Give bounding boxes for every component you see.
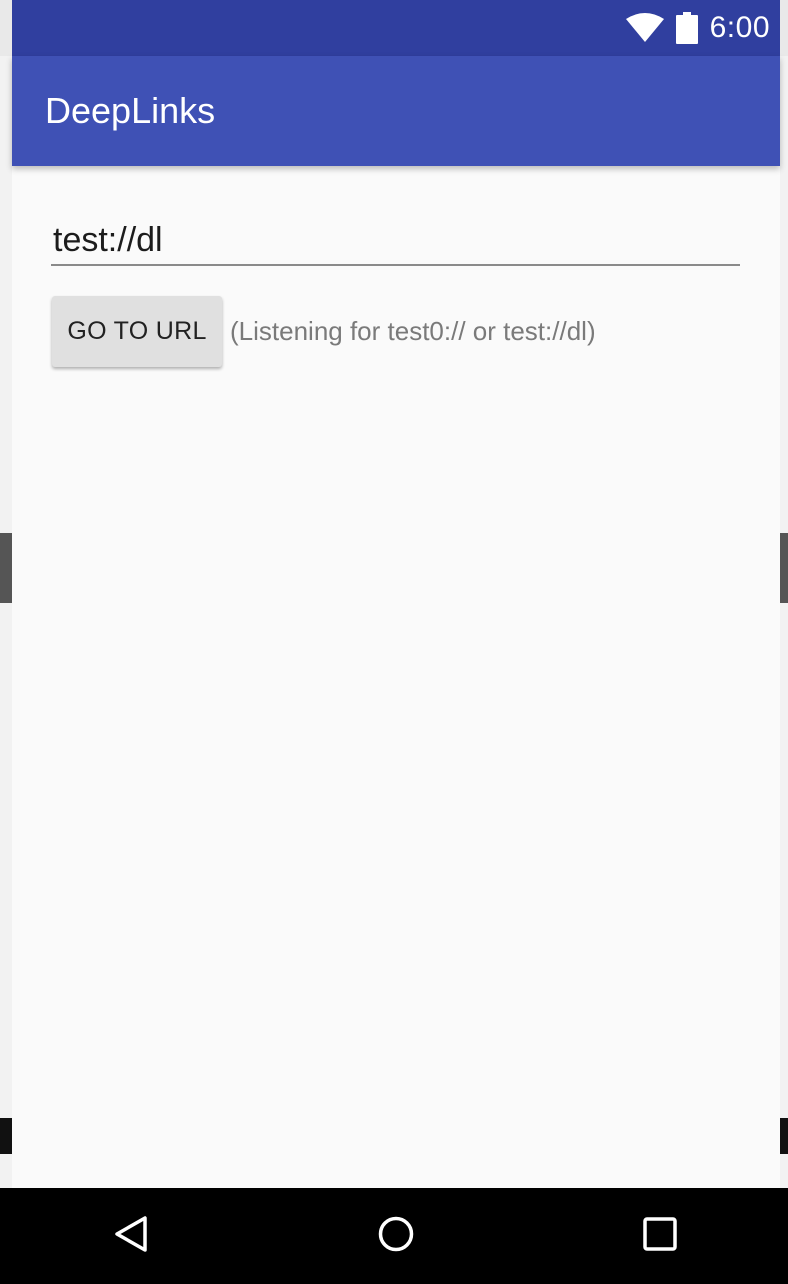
battery-icon	[675, 12, 698, 44]
status-bar: 6:00	[12, 0, 780, 56]
status-time: 6:00	[709, 11, 770, 44]
phone-screen: 6:00 DeepLinks test://dl GO TO URL (List…	[12, 0, 780, 1284]
home-icon	[376, 1214, 416, 1259]
app-title: DeepLinks	[45, 90, 216, 131]
navigation-bar	[0, 1188, 788, 1284]
desktop-background-band	[0, 533, 12, 603]
desktop-background-left	[0, 56, 12, 1188]
url-input[interactable]: test://dl	[51, 214, 740, 266]
desktop-background-right	[780, 56, 788, 1188]
status-icons: 6:00	[625, 0, 770, 56]
go-to-url-button[interactable]: GO TO URL	[52, 296, 222, 367]
desktop-background-bottom	[0, 1118, 12, 1154]
listening-hint: (Listening for test0:// or test://dl)	[230, 316, 596, 346]
home-button[interactable]	[346, 1188, 446, 1284]
main-content: test://dl GO TO URL (Listening for test0…	[12, 166, 780, 1188]
recents-button[interactable]	[610, 1188, 710, 1284]
app-bar: DeepLinks	[12, 56, 780, 166]
back-button[interactable]	[82, 1188, 182, 1284]
back-icon	[112, 1214, 152, 1259]
desktop-background-band	[780, 533, 788, 603]
recents-icon	[642, 1216, 678, 1257]
desktop-background-bottom	[780, 1118, 788, 1154]
wifi-icon	[625, 13, 664, 43]
